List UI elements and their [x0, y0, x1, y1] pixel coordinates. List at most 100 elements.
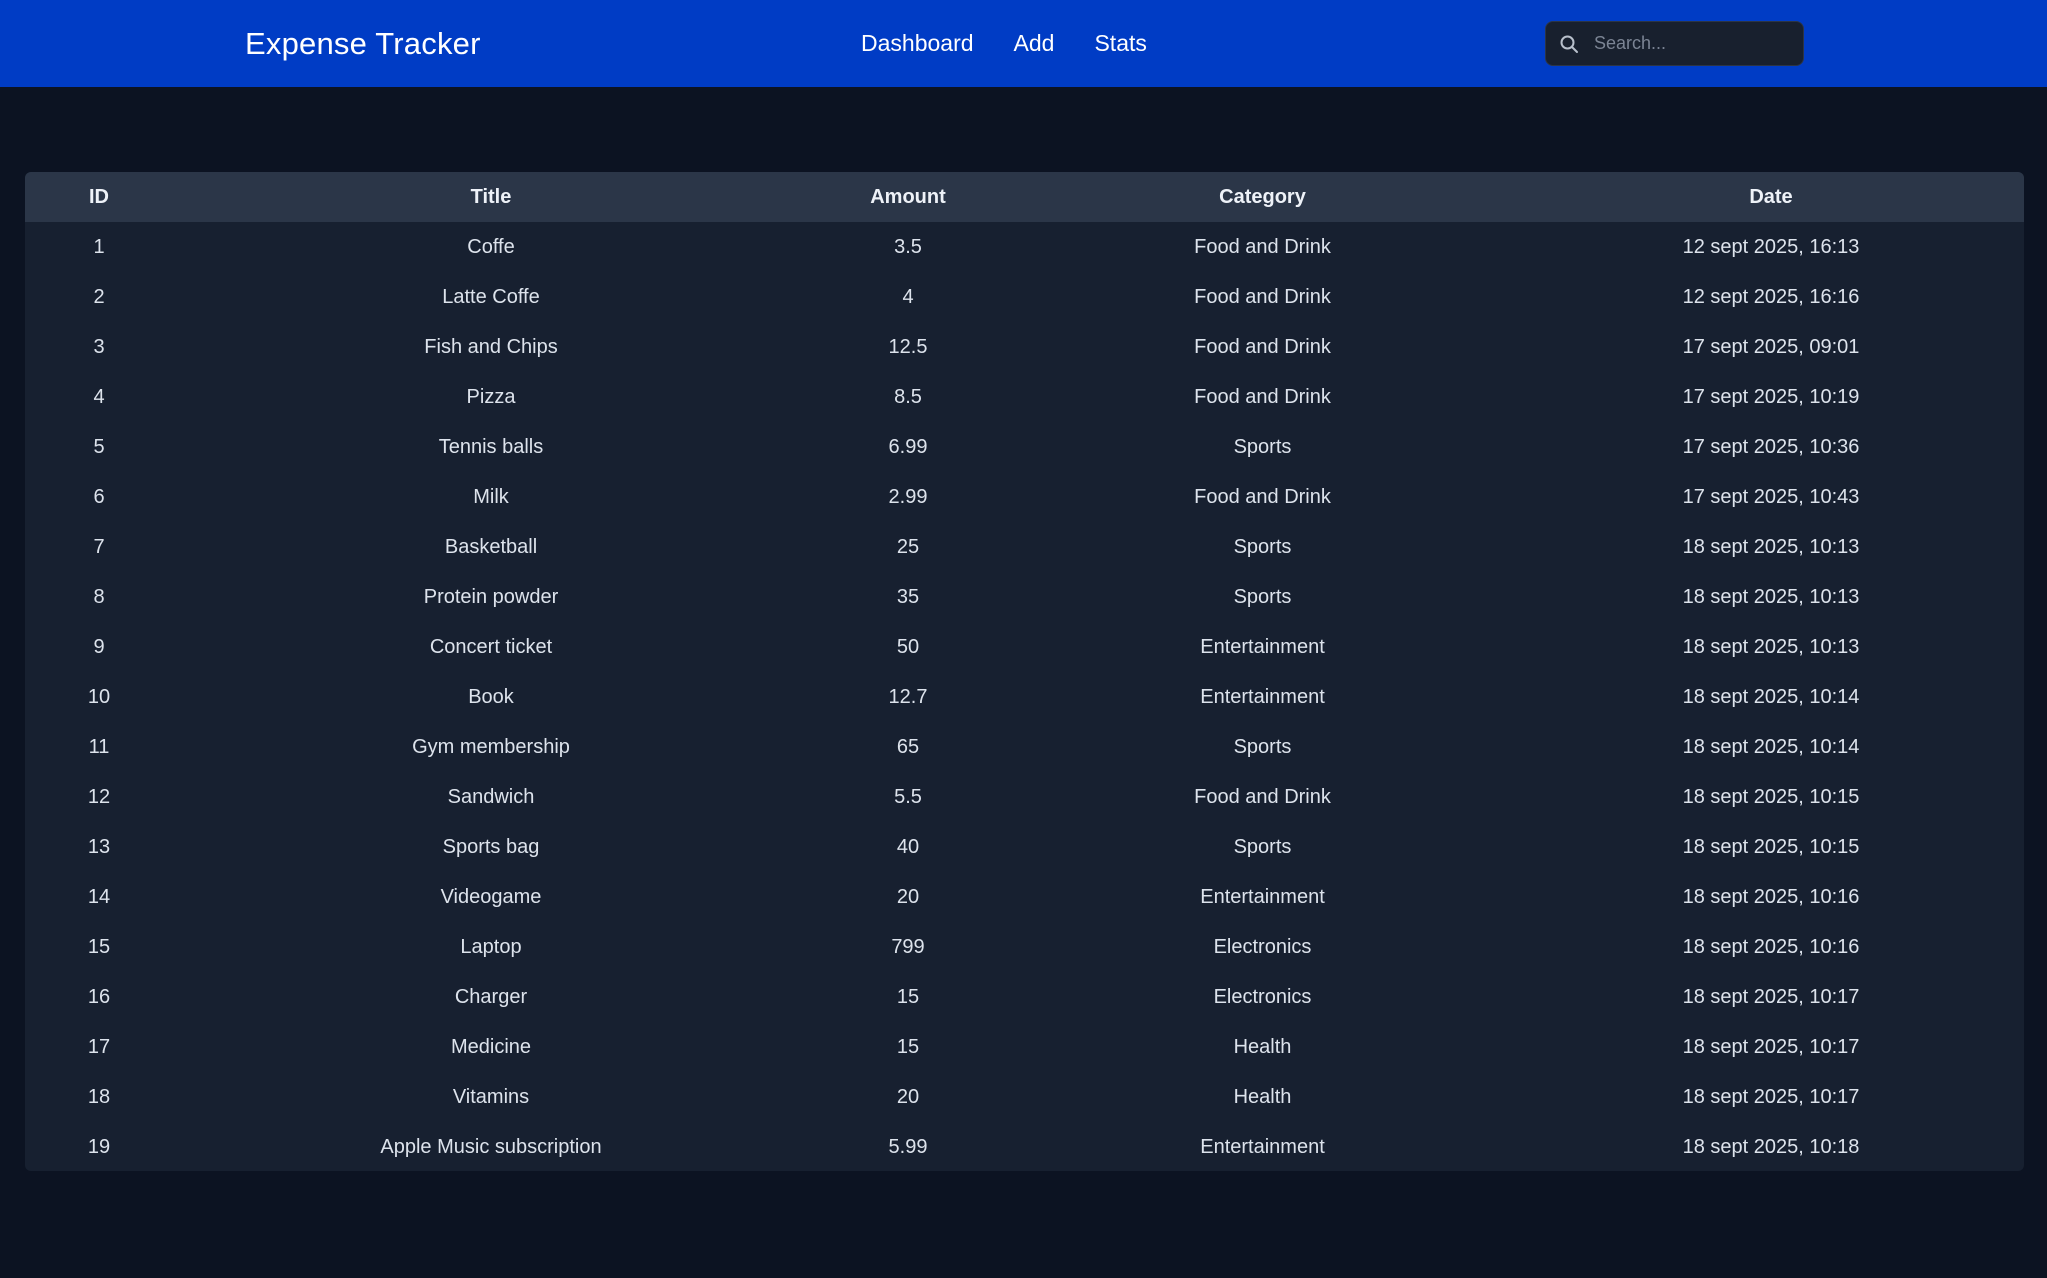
table-row[interactable]: 10 Book 12.7 Entertainment 18 sept 2025, 10:… — [25, 672, 2024, 722]
cell-title: Charger — [454, 985, 528, 1008]
nav-link-stats[interactable]: Stats — [1094, 30, 1146, 57]
cell-id: 18 — [87, 1085, 111, 1108]
cell-category: Food and Drink — [1194, 785, 1331, 808]
cell-category: Electronics — [1213, 985, 1312, 1008]
cell-category: Entertainment — [1200, 1135, 1325, 1158]
cell-date: 18 sept 2025, 10:18 — [1682, 1135, 1860, 1158]
cell-amount: 6.99 — [888, 435, 928, 458]
cell-amount: 50 — [896, 635, 920, 658]
cell-date: 18 sept 2025, 10:13 — [1682, 635, 1860, 658]
table-header-row: ID Title Amount Category Date — [25, 172, 2024, 222]
cell-category: Health — [1233, 1085, 1292, 1108]
cell-id: 16 — [87, 985, 111, 1008]
table-row[interactable]: 4 Pizza 8.5 Food and Drink 17 sept 2025, 10:… — [25, 372, 2024, 422]
cell-id: 3 — [93, 335, 105, 358]
cell-id: 15 — [87, 935, 111, 958]
navbar: Expense Tracker Dashboard Add Stats — [0, 0, 2047, 87]
cell-amount: 12.5 — [888, 335, 928, 358]
app-title[interactable]: Expense Tracker — [245, 26, 481, 62]
cell-id: 6 — [93, 485, 105, 508]
cell-title: Coffe — [467, 235, 515, 258]
cell-category: Sports — [1233, 585, 1292, 608]
expenses-table-container: ID Title Amount Category Date 1 Coffe 3.5 F… — [25, 172, 2024, 1171]
cell-title: Latte Coffe — [442, 285, 540, 308]
table-row[interactable]: 19 Apple Music subscription 5.99 Entertainm… — [25, 1122, 2024, 1171]
cell-amount: 15 — [896, 1035, 920, 1058]
cell-category: Food and Drink — [1194, 285, 1331, 308]
table-row[interactable]: 7 Basketball 25 Sports 18 sept 2025, 10:13 — [25, 522, 2024, 572]
search-input[interactable] — [1594, 22, 1794, 65]
table-header: ID Title Amount Category Date — [25, 172, 2024, 222]
cell-category: Electronics — [1213, 935, 1312, 958]
cell-category: Food and Drink — [1194, 385, 1331, 408]
cell-id: 19 — [87, 1135, 111, 1158]
cell-id: 5 — [93, 435, 105, 458]
cell-category: Food and Drink — [1194, 335, 1331, 358]
cell-title: Tennis balls — [438, 435, 544, 458]
cell-amount: 35 — [896, 585, 920, 608]
table-row[interactable]: 15 Laptop 799 Electronics 18 sept 2025, 10:1… — [25, 922, 2024, 972]
cell-amount: 12.7 — [888, 685, 928, 708]
cell-title: Protein powder — [423, 585, 559, 608]
cell-date: 17 sept 2025, 10:43 — [1682, 485, 1860, 508]
cell-amount: 20 — [896, 1085, 920, 1108]
table-row[interactable]: 13 Sports bag 40 Sports 18 sept 2025, 10:15 — [25, 822, 2024, 872]
cell-category: Entertainment — [1200, 635, 1325, 658]
cell-amount: 20 — [896, 885, 920, 908]
cell-category: Sports — [1233, 435, 1292, 458]
cell-title: Basketball — [444, 535, 538, 558]
nav-link-add[interactable]: Add — [1014, 30, 1055, 57]
cell-id: 1 — [93, 235, 105, 258]
column-header-date: Date — [1749, 185, 1793, 208]
nav-link-dashboard[interactable]: Dashboard — [861, 30, 974, 57]
table-row[interactable]: 2 Latte Coffe 4 Food and Drink 12 sept 2025,… — [25, 272, 2024, 322]
cell-date: 12 sept 2025, 16:16 — [1682, 285, 1860, 308]
column-header-title: Title — [470, 185, 512, 208]
table-row[interactable]: 16 Charger 15 Electronics 18 sept 2025, 10:1… — [25, 972, 2024, 1022]
nav-links: Dashboard Add Stats — [861, 30, 1187, 57]
table-row[interactable]: 9 Concert ticket 50 Entertainment 18 sept 20… — [25, 622, 2024, 672]
cell-id: 9 — [93, 635, 105, 658]
cell-amount: 2.99 — [888, 485, 928, 508]
table-row[interactable]: 8 Protein powder 35 Sports 18 sept 2025, 10:… — [25, 572, 2024, 622]
table-row[interactable]: 6 Milk 2.99 Food and Drink 17 sept 2025, 10:… — [25, 472, 2024, 522]
cell-title: Book — [468, 685, 514, 708]
table-row[interactable]: 1 Coffe 3.5 Food and Drink 12 sept 2025, 16:… — [25, 222, 2024, 272]
cell-id: 2 — [93, 285, 105, 308]
cell-id: 17 — [87, 1035, 111, 1058]
cell-amount: 40 — [896, 835, 920, 858]
cell-category: Sports — [1233, 735, 1292, 758]
column-header-amount: Amount — [870, 185, 946, 208]
cell-title: Laptop — [460, 935, 522, 958]
cell-title: Concert ticket — [429, 635, 553, 658]
cell-amount: 5.5 — [894, 785, 922, 808]
table-row[interactable]: 18 Vitamins 20 Health 18 sept 2025, 10:17 — [25, 1072, 2024, 1122]
cell-amount: 15 — [896, 985, 920, 1008]
expenses-table: ID Title Amount Category Date 1 Coffe 3.5 F… — [25, 172, 2024, 1171]
table-row[interactable]: 14 Videogame 20 Entertainment 18 sept 2025, … — [25, 872, 2024, 922]
cell-amount: 799 — [891, 935, 925, 958]
cell-date: 18 sept 2025, 10:15 — [1682, 835, 1860, 858]
cell-category: Food and Drink — [1194, 485, 1331, 508]
table-row[interactable]: 5 Tennis balls 6.99 Sports 17 sept 2025, 10:… — [25, 422, 2024, 472]
cell-amount: 25 — [896, 535, 920, 558]
table-row[interactable]: 3 Fish and Chips 12.5 Food and Drink 17 sept… — [25, 322, 2024, 372]
cell-id: 11 — [88, 735, 110, 758]
table-row[interactable]: 11 Gym membership 65 Sports 18 sept 2025, 10… — [25, 722, 2024, 772]
cell-id: 14 — [87, 885, 111, 908]
cell-id: 13 — [87, 835, 111, 858]
cell-date: 18 sept 2025, 10:15 — [1682, 785, 1860, 808]
cell-date: 18 sept 2025, 10:16 — [1682, 935, 1860, 958]
cell-date: 18 sept 2025, 10:13 — [1682, 585, 1860, 608]
search-box — [1545, 21, 1804, 66]
cell-id: 12 — [87, 785, 111, 808]
table-row[interactable]: 12 Sandwich 5.5 Food and Drink 18 sept 2025,… — [25, 772, 2024, 822]
cell-date: 18 sept 2025, 10:17 — [1682, 1035, 1860, 1058]
cell-title: Sandwich — [447, 785, 535, 808]
cell-date: 17 sept 2025, 09:01 — [1682, 335, 1860, 358]
cell-date: 17 sept 2025, 10:36 — [1682, 435, 1860, 458]
cell-date: 18 sept 2025, 10:14 — [1682, 685, 1860, 708]
table-row[interactable]: 17 Medicine 15 Health 18 sept 2025, 10:17 — [25, 1022, 2024, 1072]
cell-title: Vitamins — [452, 1085, 530, 1108]
cell-date: 17 sept 2025, 10:19 — [1682, 385, 1860, 408]
